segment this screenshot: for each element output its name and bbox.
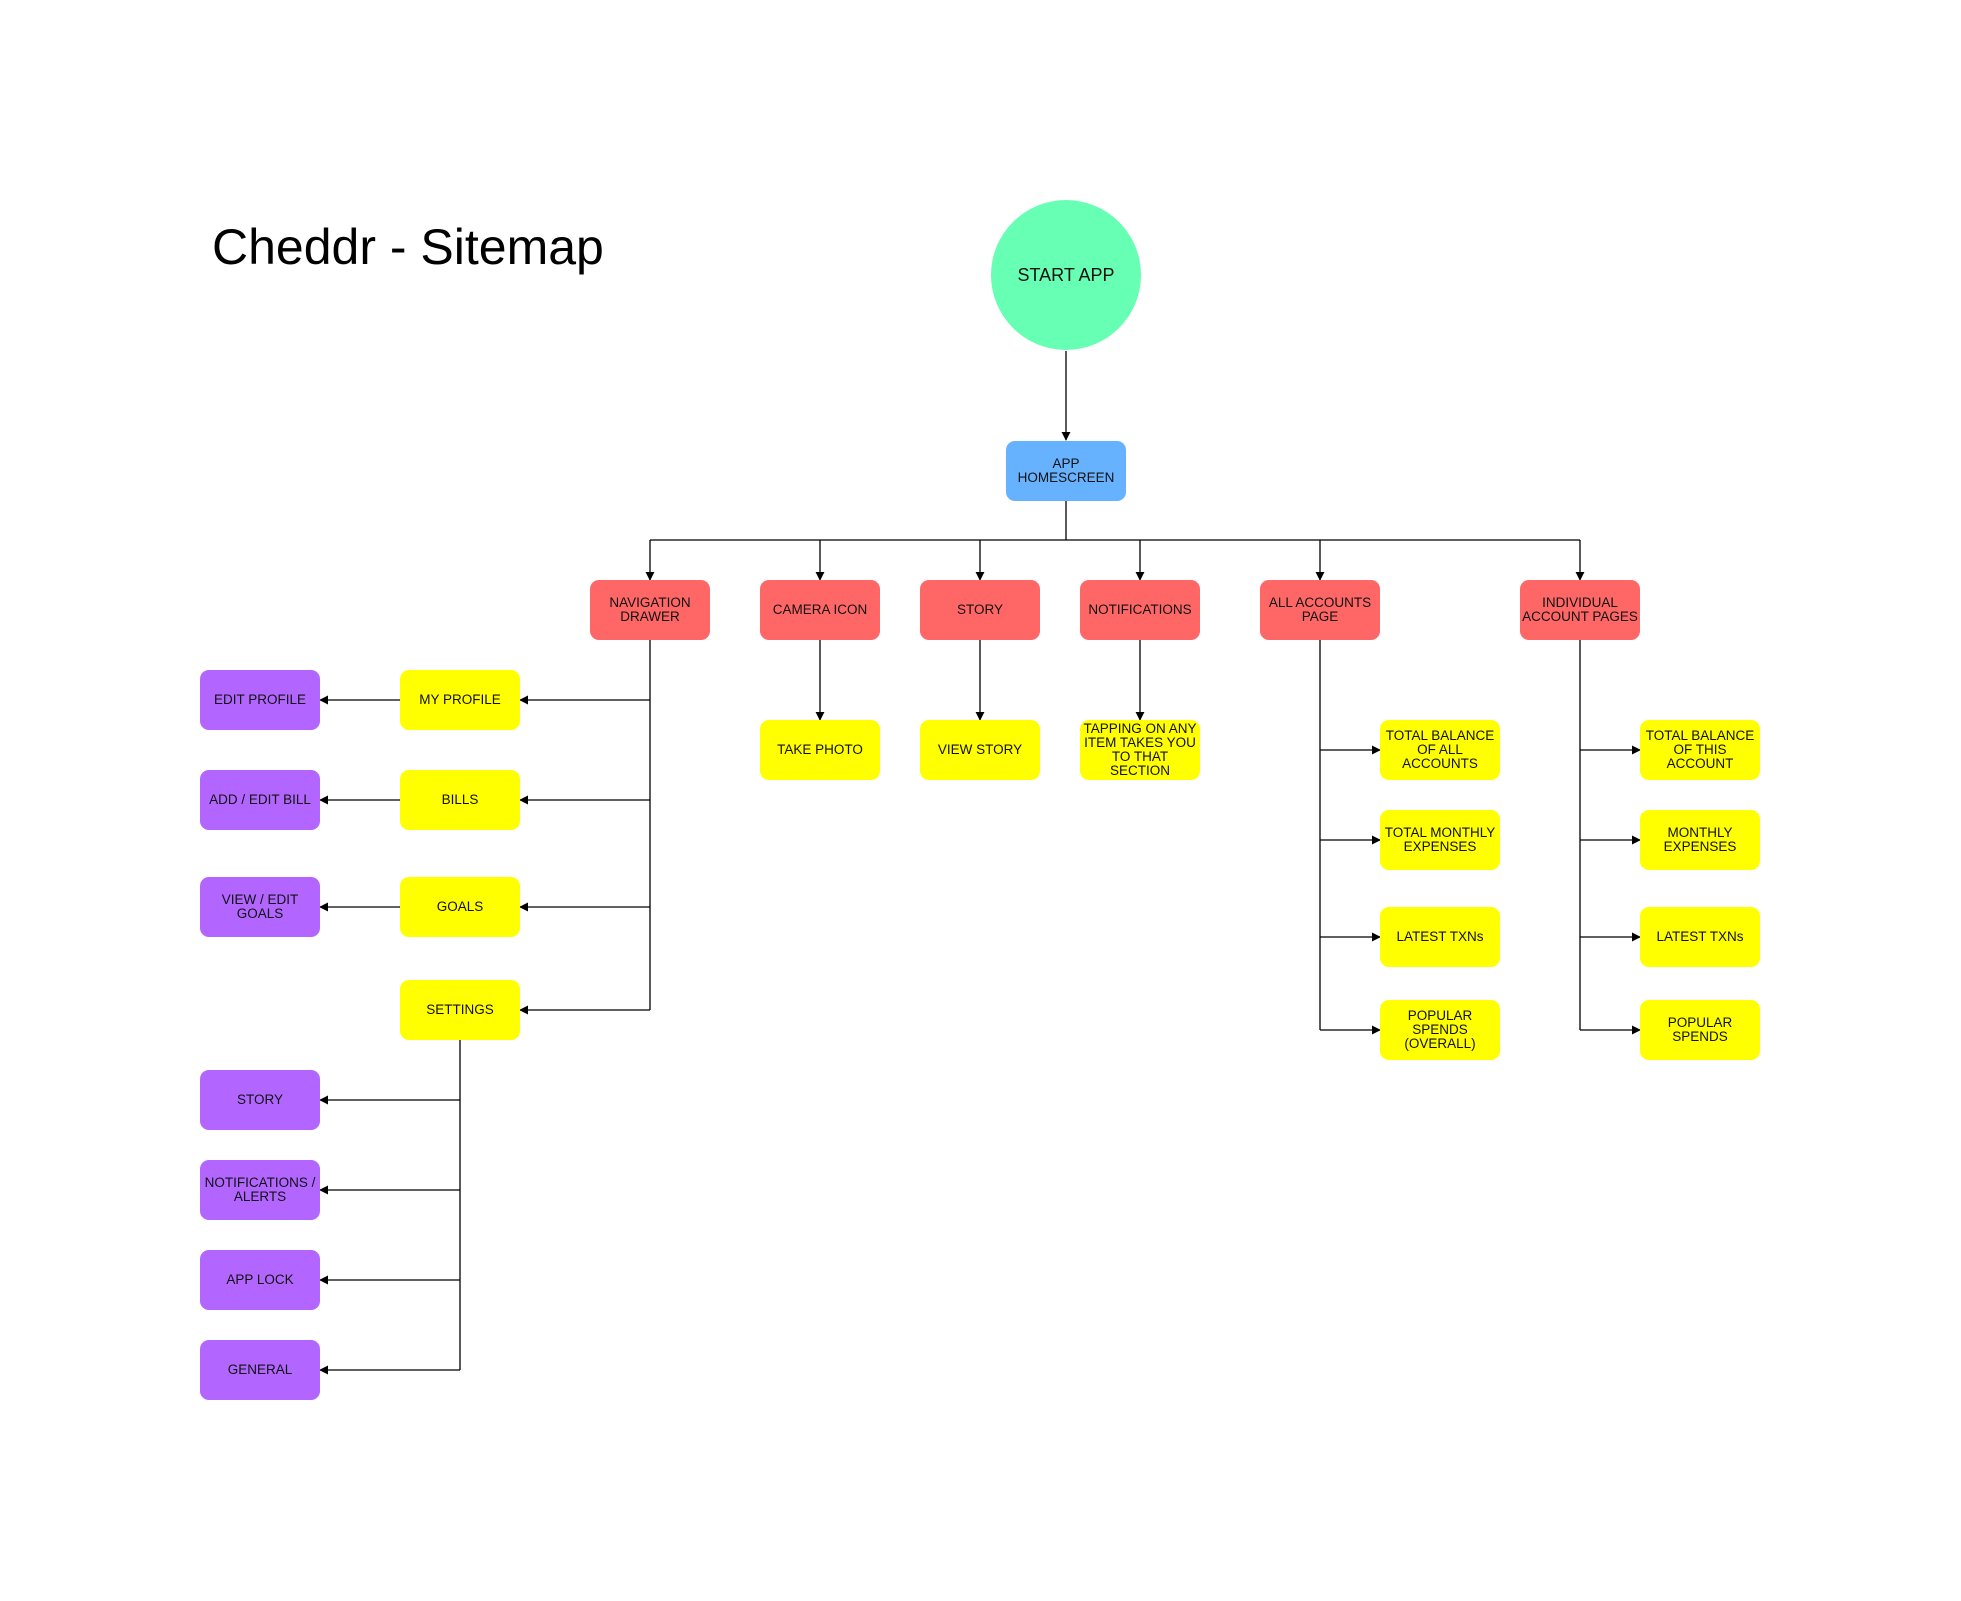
node-tapping-item: TAPPING ON ANY ITEM TAKES YOU TO THAT SE…	[1080, 720, 1200, 780]
node-latest-txns-all: LATEST TXNs	[1380, 907, 1500, 967]
node-navigation-drawer: NAVIGATION DRAWER	[590, 580, 710, 640]
node-bills: BILLS	[400, 770, 520, 830]
node-settings-story: STORY	[200, 1070, 320, 1130]
node-popular-spends-overall: POPULAR SPENDS (OVERALL)	[1380, 1000, 1500, 1060]
node-all-accounts-page: ALL ACCOUNTS PAGE	[1260, 580, 1380, 640]
node-notifications-alerts: NOTIFICATIONS / ALERTS	[200, 1160, 320, 1220]
node-general: GENERAL	[200, 1340, 320, 1400]
node-view-edit-goals: VIEW / EDIT GOALS	[200, 877, 320, 937]
node-start-app: START APP	[991, 200, 1141, 350]
node-goals: GOALS	[400, 877, 520, 937]
node-my-profile: MY PROFILE	[400, 670, 520, 730]
node-app-lock: APP LOCK	[200, 1250, 320, 1310]
page-title: Cheddr - Sitemap	[212, 219, 604, 275]
node-total-monthly-expenses: TOTAL MONTHLY EXPENSES	[1380, 810, 1500, 870]
node-edit-profile: EDIT PROFILE	[200, 670, 320, 730]
node-popular-spends: POPULAR SPENDS	[1640, 1000, 1760, 1060]
node-settings: SETTINGS	[400, 980, 520, 1040]
node-monthly-expenses: MONTHLY EXPENSES	[1640, 810, 1760, 870]
node-take-photo: TAKE PHOTO	[760, 720, 880, 780]
node-total-balance-this-account: TOTAL BALANCE OF THIS ACCOUNT	[1640, 720, 1760, 780]
node-latest-txns-individual: LATEST TXNs	[1640, 907, 1760, 967]
node-notifications: NOTIFICATIONS	[1080, 580, 1200, 640]
node-view-story: VIEW STORY	[920, 720, 1040, 780]
node-story: STORY	[920, 580, 1040, 640]
node-app-homescreen: APP HOMESCREEN	[1006, 441, 1126, 501]
edge-home-bus	[650, 501, 1580, 541]
node-add-edit-bill: ADD / EDIT BILL	[200, 770, 320, 830]
node-camera-icon: CAMERA ICON	[760, 580, 880, 640]
node-total-balance-all-accounts: TOTAL BALANCE OF ALL ACCOUNTS	[1380, 720, 1500, 780]
node-individual-account-pages: INDIVIDUAL ACCOUNT PAGES	[1520, 580, 1640, 640]
